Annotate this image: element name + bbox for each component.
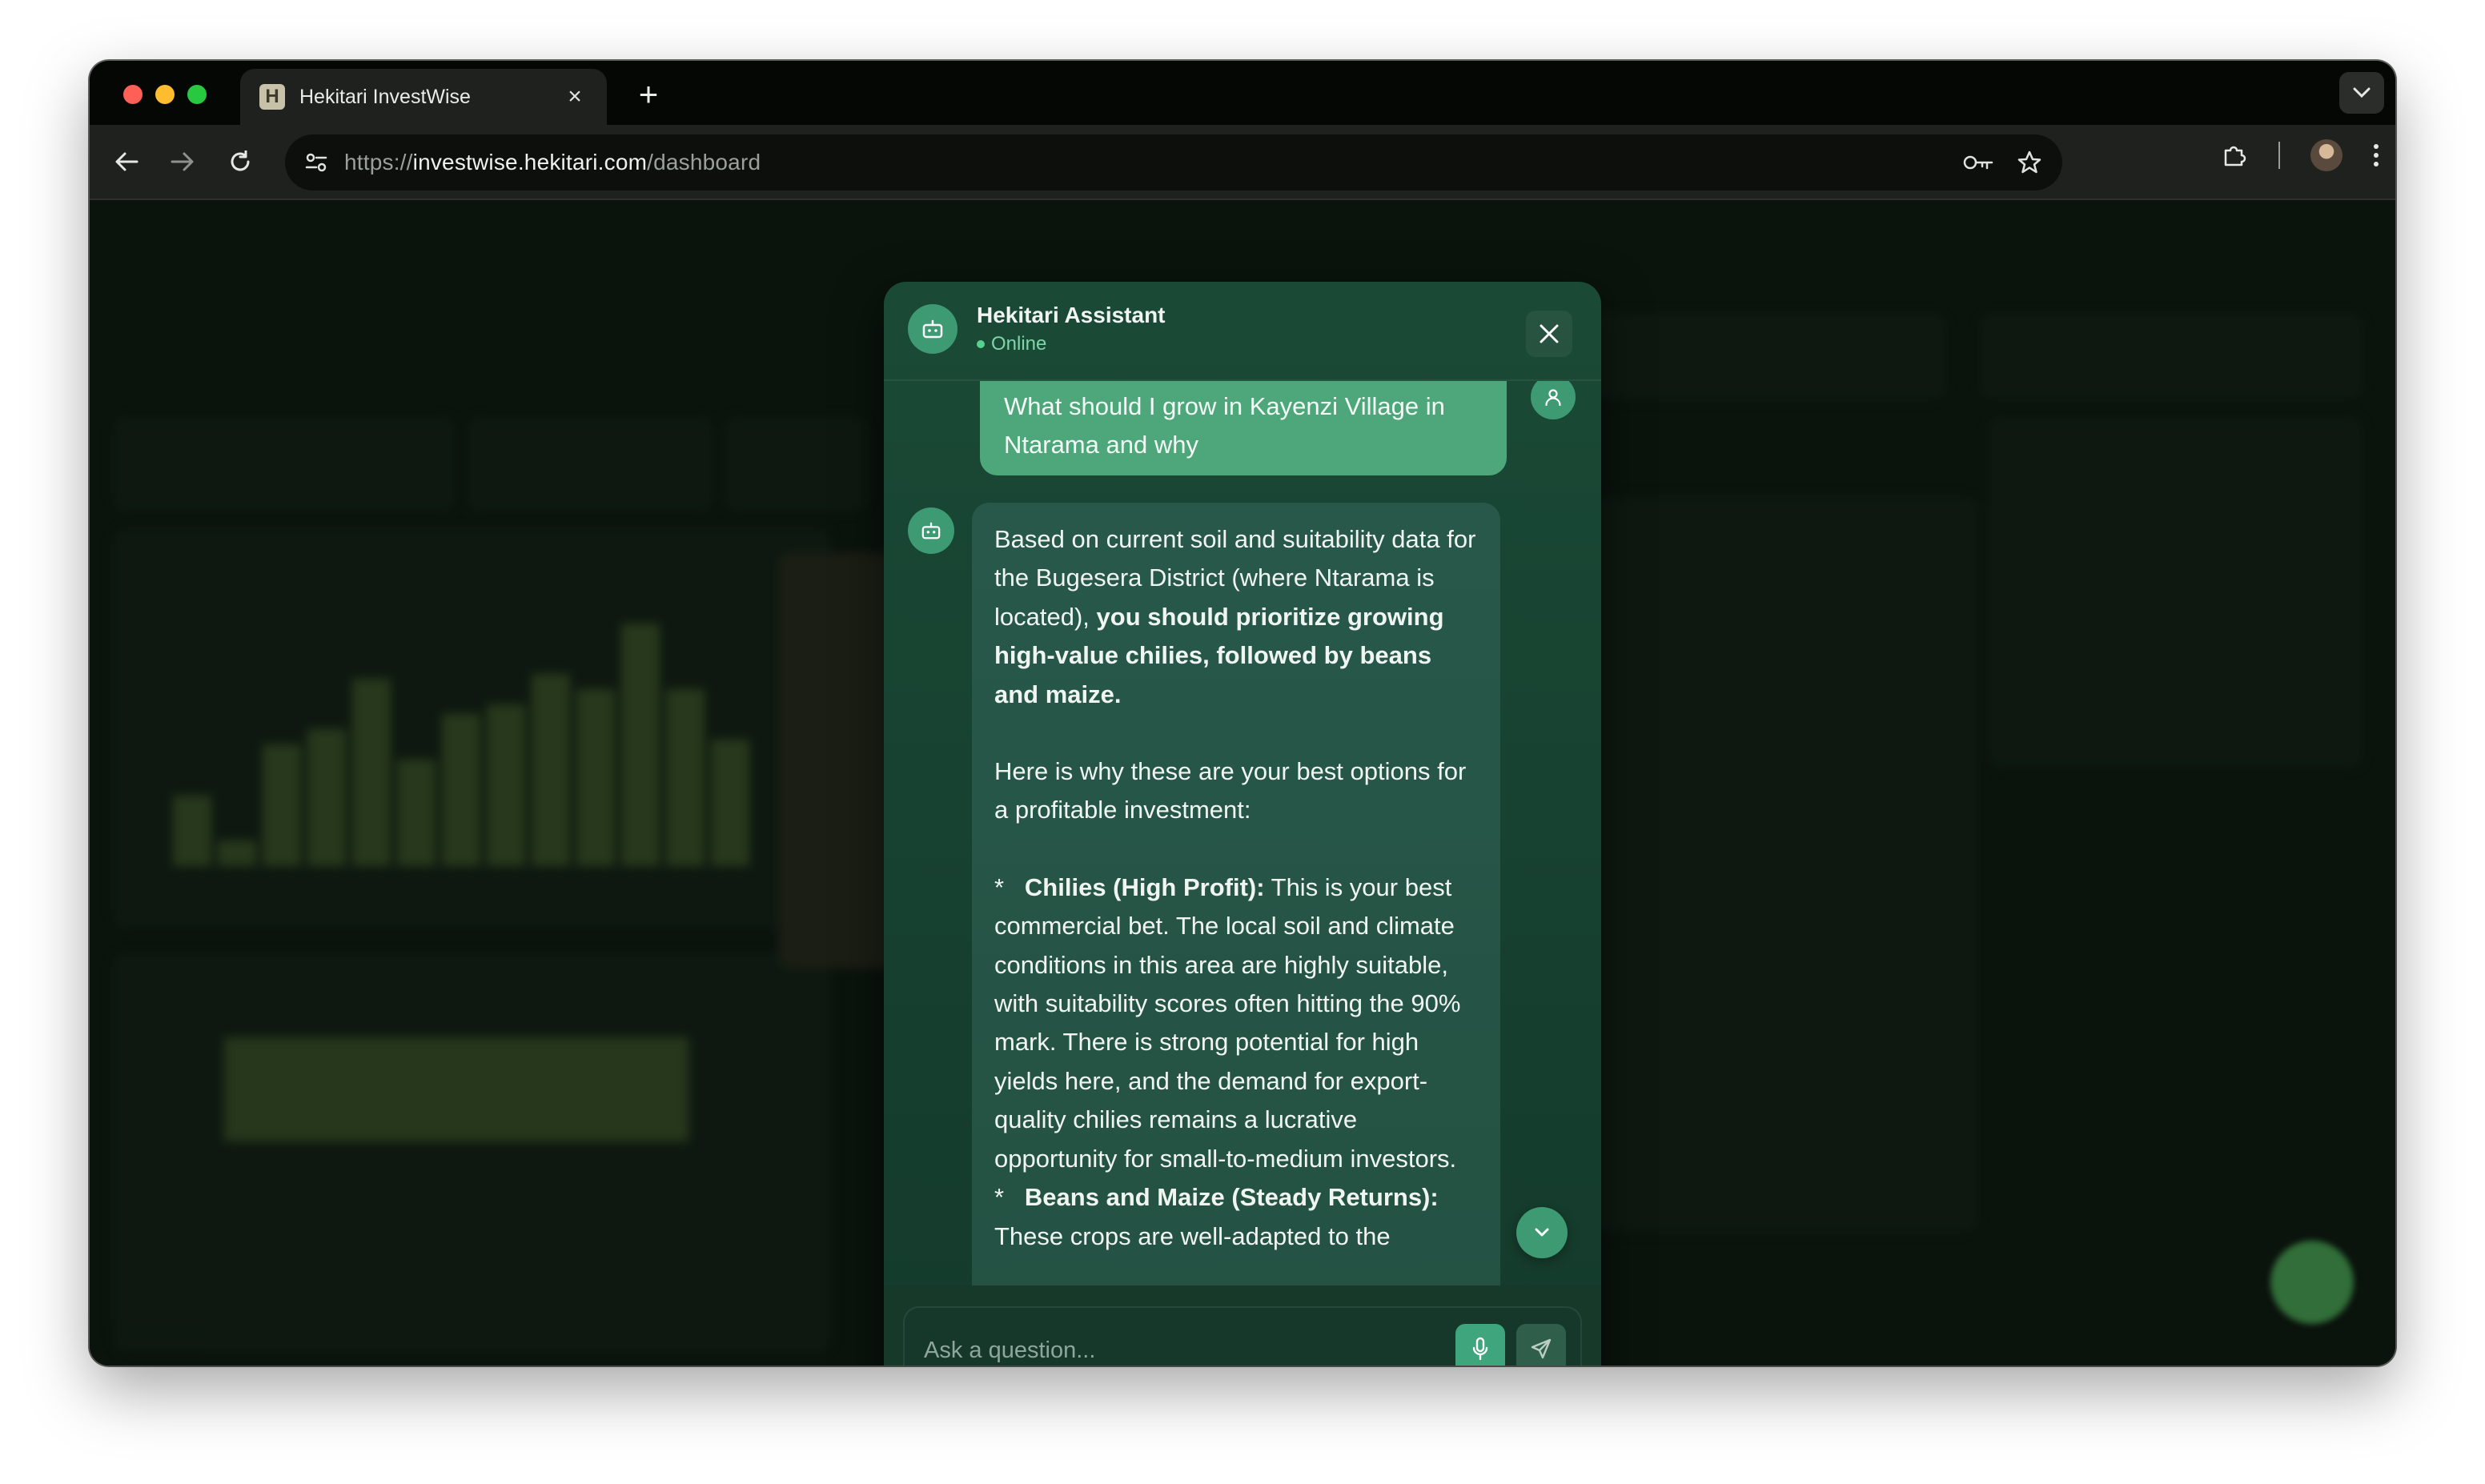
forward-button[interactable]	[163, 142, 202, 181]
omnibox-actions	[1963, 134, 2041, 191]
assistant-chat-modal: Hekitari Assistant Online What should I …	[884, 282, 1601, 1366]
scroll-to-bottom-button[interactable]	[1516, 1207, 1568, 1258]
chevron-down-icon	[1535, 1228, 1549, 1237]
key-icon[interactable]	[1963, 154, 1993, 171]
chat-composer	[884, 1285, 1601, 1366]
bot-message-avatar	[908, 507, 954, 554]
close-chat-button[interactable]	[1526, 311, 1572, 357]
new-tab-button[interactable]: +	[631, 75, 666, 114]
minimize-window-button[interactable]	[155, 85, 175, 104]
send-message-button[interactable]	[1516, 1324, 1566, 1366]
reload-button[interactable]	[221, 142, 259, 181]
reload-icon	[231, 150, 250, 171]
answer-bullet-beans-maize: * Beans and Maize (Steady Returns): Thes…	[994, 1183, 1439, 1250]
favicon-icon: H	[259, 84, 285, 110]
chat-messages[interactable]: What should I grow in Kayenzi Village in…	[884, 381, 1601, 1285]
toolbar-right	[2222, 139, 2379, 171]
more-options-icon[interactable]	[2373, 143, 2379, 167]
send-icon	[1531, 1338, 1552, 1359]
arrow-left-icon	[115, 152, 139, 171]
address-bar[interactable]: https://investwise.hekitari.com/dashboar…	[285, 134, 2062, 191]
back-button[interactable]	[107, 142, 146, 181]
profile-avatar[interactable]	[2310, 139, 2342, 171]
assistant-message: Based on current soil and suitability da…	[972, 503, 1500, 1285]
chat-input-container	[903, 1306, 1582, 1366]
assistant-status: Online	[977, 333, 1046, 355]
url-text: https://investwise.hekitari.com/dashboar…	[344, 150, 761, 174]
answer-bullet-chilies: * Chilies (High Profit): This is your be…	[994, 872, 1461, 1173]
answer-summary: Based on current soil and suitability da…	[994, 525, 1476, 708]
online-dot	[977, 340, 985, 348]
browser-toolbar: https://investwise.hekitari.com/dashboar…	[90, 125, 2395, 200]
browser-window: H Hekitari InvestWise × + https://invest…	[90, 61, 2395, 1366]
chat-input[interactable]	[924, 1330, 1436, 1366]
tab-bar: H Hekitari InvestWise × +	[90, 61, 2395, 125]
tab-title: Hekitari InvestWise	[299, 85, 471, 108]
tab-search-button[interactable]	[2339, 72, 2384, 114]
chevron-down-icon	[2353, 87, 2371, 98]
page-content: Hekitari Assistant Online What should I …	[90, 200, 2395, 1366]
user-message: What should I grow in Kayenzi Village in…	[980, 381, 1507, 475]
site-settings-icon	[305, 153, 327, 172]
robot-icon	[922, 319, 943, 339]
star-icon[interactable]	[2017, 150, 2041, 174]
chat-header: Hekitari Assistant Online	[884, 282, 1601, 381]
user-avatar	[1531, 381, 1576, 419]
robot-icon	[921, 522, 941, 539]
microphone-icon	[1472, 1337, 1488, 1361]
extensions-icon[interactable]	[2222, 142, 2248, 168]
user-icon	[1545, 389, 1561, 407]
toolbar-separator	[2278, 142, 2280, 169]
bot-avatar	[908, 304, 957, 354]
tab-hekitari-investwise[interactable]: H Hekitari InvestWise ×	[240, 69, 607, 125]
arrow-right-icon	[171, 152, 194, 171]
close-icon	[1540, 324, 1559, 343]
close-window-button[interactable]	[123, 85, 143, 104]
chat-fab-button[interactable]	[2270, 1241, 2354, 1324]
assistant-name: Hekitari Assistant	[977, 303, 1166, 327]
voice-input-button[interactable]	[1455, 1324, 1505, 1366]
maximize-window-button[interactable]	[187, 85, 207, 104]
answer-reason-intro: Here is why these are your best options …	[994, 757, 1467, 824]
tab-close-icon[interactable]: ×	[562, 83, 588, 110]
